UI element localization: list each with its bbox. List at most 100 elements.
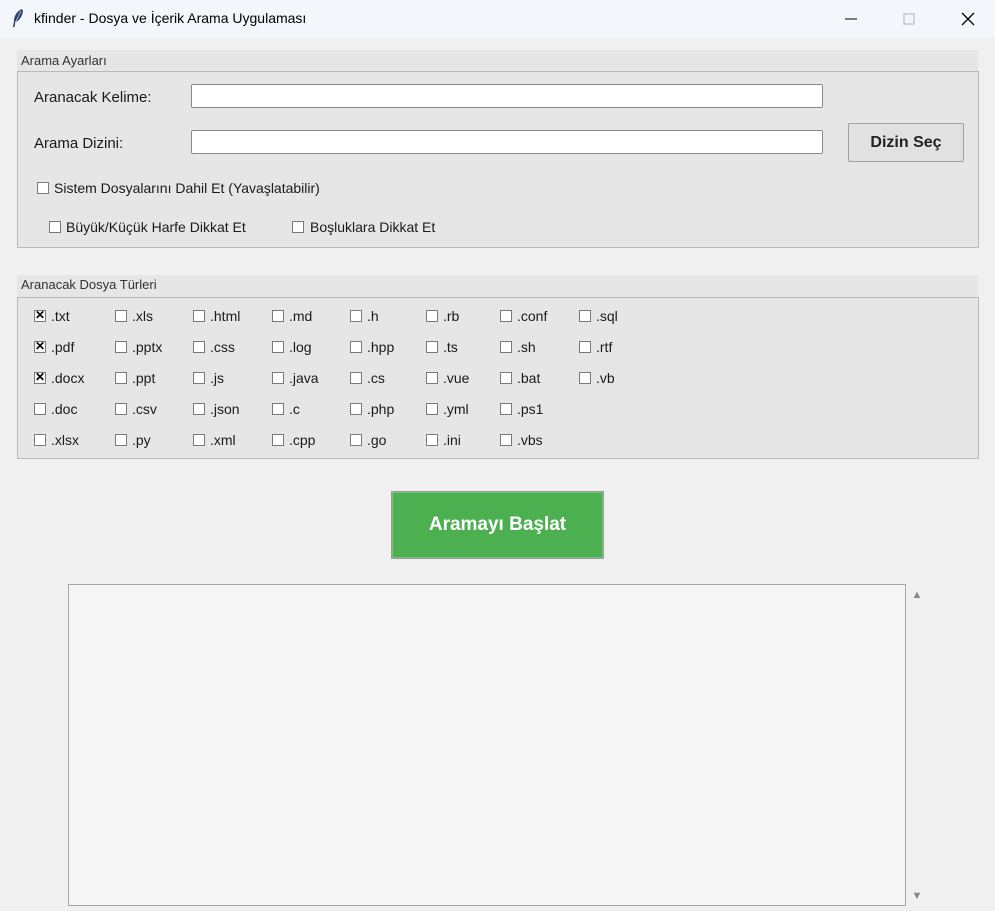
filetype-label: .vue [443,370,470,386]
file-types-header [17,275,978,297]
maximize-button[interactable] [879,0,939,38]
filetype-label: .rb [443,308,460,324]
filetype-checkbox[interactable] [34,308,46,322]
scroll-up-icon[interactable]: ▲ [911,589,923,601]
filetype-label: .doc [51,401,78,417]
filetype-label: .ps1 [517,401,544,417]
filetype-label: .sql [596,308,618,324]
search-settings-title: Arama Ayarları [21,53,107,68]
filetype-label: .yml [443,401,469,417]
filetype-checkbox[interactable] [500,434,512,446]
directory-label: Arama Dizini: [34,135,124,152]
filetype-label: .bat [517,370,541,386]
file-types-group [17,297,979,459]
filetype-checkbox[interactable] [426,341,438,353]
filetype-label: .vb [596,370,615,386]
minimize-button[interactable] [821,0,881,38]
case-sensitive-checkbox[interactable] [49,221,61,233]
filetype-checkbox[interactable] [193,434,205,446]
filetype-checkbox[interactable] [272,310,284,322]
filetype-checkbox[interactable] [500,372,512,384]
filetype-checkbox[interactable] [115,341,127,353]
filetype-label: .cpp [289,432,316,448]
filetype-label: .java [289,370,319,386]
filetype-checkbox[interactable] [115,403,127,415]
filetype-label: .conf [517,308,548,324]
filetype-label: .docx [51,370,85,386]
filetype-label: .ini [443,432,461,448]
filetype-checkbox[interactable] [115,372,127,384]
filetype-label: .js [210,370,224,386]
filetype-checkbox[interactable] [34,339,46,353]
filetype-label: .html [210,308,241,324]
scroll-down-icon[interactable]: ▼ [911,890,923,902]
case-sensitive-label: Büyük/Küçük Harfe Dikkat Et [66,219,246,235]
choose-directory-button[interactable]: Dizin Seç [848,123,964,162]
filetype-label: .json [210,401,240,417]
filetype-label: .h [367,308,379,324]
filetype-label: .xlsx [51,432,79,448]
filetype-checkbox[interactable] [193,372,205,384]
filetype-checkbox[interactable] [350,310,362,322]
filetype-label: .sh [517,339,536,355]
filetype-checkbox[interactable] [350,372,362,384]
search-settings-header [17,50,978,71]
window-title: kfinder - Dosya ve İçerik Arama Uygulama… [34,10,307,26]
close-icon [961,12,975,26]
filetype-checkbox[interactable] [34,434,46,446]
filetype-checkbox[interactable] [579,310,591,322]
filetype-label: .hpp [367,339,395,355]
filetype-label: .cs [367,370,385,386]
filetype-label: .txt [51,308,70,324]
filetype-checkbox[interactable] [34,403,46,415]
directory-input[interactable] [191,130,823,154]
filetype-label: .php [367,401,395,417]
filetype-label: .ts [443,339,458,355]
maximize-icon [903,13,915,25]
filetype-label: .vbs [517,432,543,448]
results-text-area[interactable] [68,584,906,906]
filetype-label: .md [289,308,313,324]
filetype-checkbox[interactable] [193,403,205,415]
filetype-label: .pdf [51,339,75,355]
filetype-checkbox[interactable] [272,341,284,353]
file-types-title: Aranacak Dosya Türleri [21,277,157,292]
filetype-checkbox[interactable] [350,341,362,353]
filetype-checkbox[interactable] [500,341,512,353]
filetype-checkbox[interactable] [500,310,512,322]
keyword-input[interactable] [191,84,823,108]
filetype-checkbox[interactable] [350,403,362,415]
feather-icon [13,9,23,27]
filetype-checkbox[interactable] [193,341,205,353]
title-bar: kfinder - Dosya ve İçerik Arama Uygulama… [0,0,995,38]
filetype-checkbox[interactable] [272,372,284,384]
filetype-label: .css [210,339,235,355]
filetype-label: .rtf [596,339,613,355]
filetype-checkbox[interactable] [579,372,591,384]
start-search-button[interactable]: Aramayı Başlat [391,491,604,559]
filetype-label: .go [367,432,387,448]
close-button[interactable] [938,0,995,38]
filetype-checkbox[interactable] [193,310,205,322]
filetype-checkbox[interactable] [426,310,438,322]
filetype-checkbox[interactable] [579,341,591,353]
filetype-checkbox[interactable] [272,434,284,446]
filetype-checkbox[interactable] [350,434,362,446]
minimize-icon [845,18,857,20]
filetype-checkbox[interactable] [34,370,46,384]
filetype-checkbox[interactable] [426,434,438,446]
filetype-checkbox[interactable] [426,372,438,384]
filetype-label: .c [289,401,300,417]
filetype-checkbox[interactable] [500,403,512,415]
include-system-files-checkbox[interactable] [37,182,49,194]
filetype-label: .py [132,432,151,448]
filetype-checkbox[interactable] [115,310,127,322]
filetype-label: .xml [210,432,236,448]
filetype-checkbox[interactable] [272,403,284,415]
include-system-files-label: Sistem Dosyalarını Dahil Et (Yavaşlatabi… [54,180,320,196]
filetype-checkbox[interactable] [115,434,127,446]
filetype-label: .pptx [132,339,163,355]
filetype-label: .ppt [132,370,156,386]
whitespace-sensitive-checkbox[interactable] [292,221,304,233]
filetype-checkbox[interactable] [426,403,438,415]
